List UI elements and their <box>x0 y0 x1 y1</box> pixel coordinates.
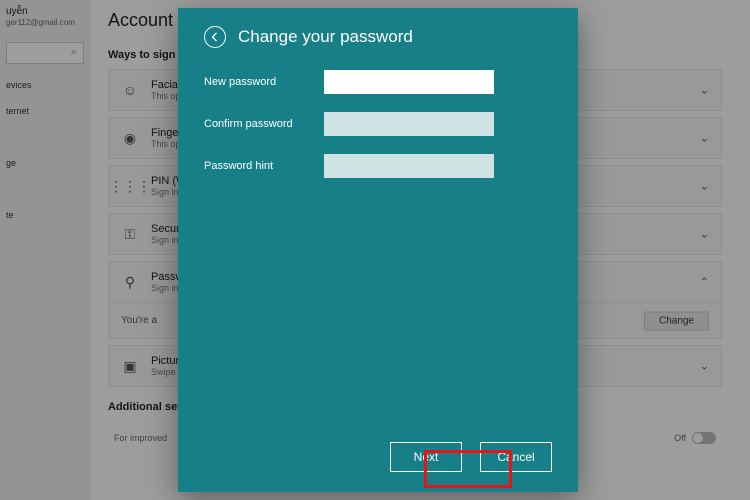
confirm-password-input[interactable] <box>324 112 494 136</box>
label-password-hint: Password hint <box>204 160 324 172</box>
dialog-header: Change your password <box>204 26 552 48</box>
label-new-password: New password <box>204 76 324 88</box>
row-confirm-password: Confirm password <box>204 112 552 136</box>
label-confirm-password: Confirm password <box>204 118 324 130</box>
cancel-button[interactable]: Cancel <box>480 442 552 472</box>
change-password-dialog: Change your password New password Confir… <box>178 8 578 492</box>
new-password-input[interactable] <box>324 70 494 94</box>
password-hint-input[interactable] <box>324 154 494 178</box>
row-password-hint: Password hint <box>204 154 552 178</box>
dialog-title: Change your password <box>238 27 413 47</box>
back-icon[interactable] <box>204 26 226 48</box>
row-new-password: New password <box>204 70 552 94</box>
next-button[interactable]: Next <box>390 442 462 472</box>
dialog-footer: Next Cancel <box>390 442 552 472</box>
